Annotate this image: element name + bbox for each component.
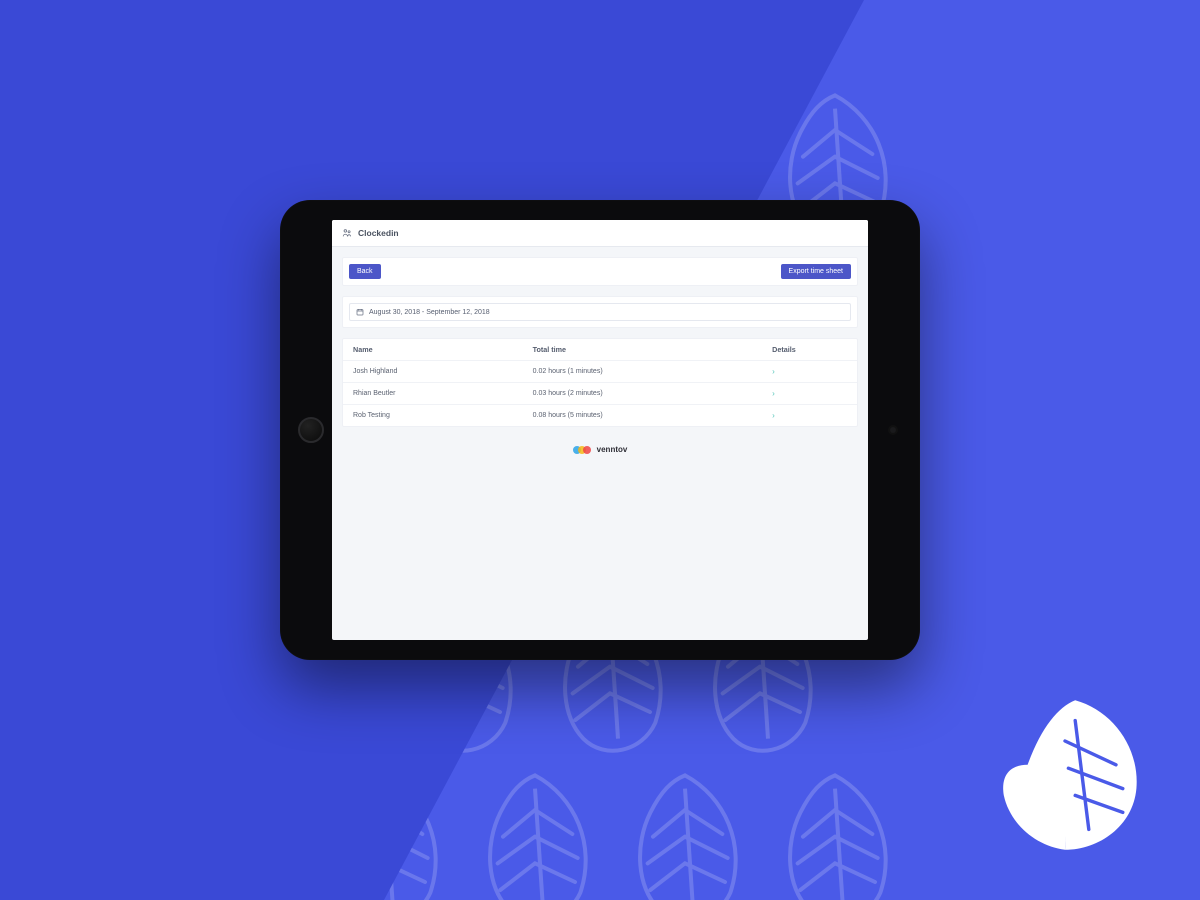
action-toolbar: Back Export time sheet bbox=[342, 257, 858, 286]
col-header-total: Total time bbox=[533, 345, 773, 354]
app-header: Clockedin bbox=[332, 220, 868, 247]
leaf-pattern-icon bbox=[615, 770, 755, 900]
cell-total-time: 0.08 hours (5 minutes) bbox=[533, 412, 773, 419]
cell-name: Rob Testing bbox=[353, 412, 533, 419]
leaf-pattern-icon bbox=[765, 770, 905, 900]
app-screen: Clockedin Back Export time sheet bbox=[332, 220, 868, 640]
table-row: Josh Highland 0.02 hours (1 minutes) › bbox=[343, 360, 857, 382]
promo-stage: // tiles will be injected below after de… bbox=[0, 0, 1200, 900]
tablet-home-button bbox=[298, 417, 324, 443]
content-area: Back Export time sheet August 30, 2018 -… bbox=[332, 247, 868, 454]
footer-brand: venntov bbox=[342, 437, 858, 454]
leaf-pattern-icon bbox=[15, 430, 155, 590]
calendar-icon bbox=[356, 308, 364, 316]
export-timesheet-button[interactable]: Export time sheet bbox=[781, 264, 851, 279]
details-chevron-icon[interactable]: › bbox=[772, 367, 775, 376]
leaf-pattern-icon bbox=[0, 600, 80, 760]
leaf-pattern-icon bbox=[165, 770, 305, 900]
cell-name: Josh Highland bbox=[353, 368, 533, 375]
details-chevron-icon[interactable]: › bbox=[772, 411, 775, 420]
leaf-pattern-icon bbox=[0, 0, 80, 80]
timesheet-table: Name Total time Details Josh Highland 0.… bbox=[342, 338, 858, 427]
leaf-pattern-icon bbox=[690, 0, 830, 80]
cell-total-time: 0.02 hours (1 minutes) bbox=[533, 368, 773, 375]
cell-name: Rhian Beutler bbox=[353, 390, 533, 397]
leaf-pattern-icon bbox=[90, 600, 230, 760]
date-range-value: August 30, 2018 - September 12, 2018 bbox=[369, 309, 490, 316]
leaf-pattern-icon bbox=[540, 0, 680, 80]
table-row: Rob Testing 0.08 hours (5 minutes) › bbox=[343, 404, 857, 426]
col-header-details: Details bbox=[772, 345, 847, 354]
brand-leaf-logo bbox=[980, 690, 1150, 860]
leaf-pattern-icon bbox=[90, 0, 230, 80]
col-header-name: Name bbox=[353, 345, 533, 354]
app-logo-icon bbox=[342, 228, 352, 238]
leaf-pattern-icon bbox=[465, 770, 605, 900]
tablet-camera bbox=[890, 427, 896, 433]
leaf-pattern-icon bbox=[390, 0, 530, 80]
back-button[interactable]: Back bbox=[349, 264, 381, 279]
date-range-picker[interactable]: August 30, 2018 - September 12, 2018 bbox=[349, 303, 851, 321]
leaf-pattern-icon bbox=[0, 260, 80, 420]
footer-brand-text: venntov bbox=[597, 445, 628, 454]
venntov-mark-icon bbox=[573, 446, 591, 454]
leaf-pattern-icon bbox=[90, 260, 230, 420]
leaf-pattern-icon bbox=[15, 90, 155, 250]
cell-total-time: 0.03 hours (2 minutes) bbox=[533, 390, 773, 397]
details-chevron-icon[interactable]: › bbox=[772, 389, 775, 398]
date-range-card: August 30, 2018 - September 12, 2018 bbox=[342, 296, 858, 328]
leaf-pattern-icon bbox=[315, 770, 455, 900]
app-title: Clockedin bbox=[358, 228, 399, 238]
table-header-row: Name Total time Details bbox=[343, 339, 857, 360]
tablet-frame: Clockedin Back Export time sheet bbox=[280, 200, 920, 660]
leaf-pattern-icon bbox=[15, 770, 155, 900]
table-row: Rhian Beutler 0.03 hours (2 minutes) › bbox=[343, 382, 857, 404]
leaf-pattern-icon bbox=[240, 0, 380, 80]
